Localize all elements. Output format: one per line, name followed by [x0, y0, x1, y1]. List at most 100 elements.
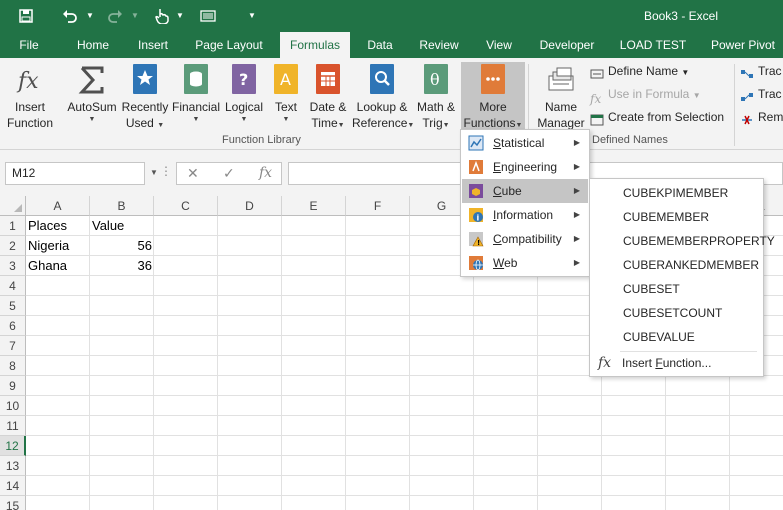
remove-arrows-button[interactable]: Rem: [740, 107, 783, 127]
gridline: [26, 475, 783, 476]
column-header-b[interactable]: B: [90, 196, 154, 216]
text-icon: A: [270, 64, 302, 96]
trace-precedents-button[interactable]: Trac: [740, 61, 782, 81]
name-box[interactable]: M12: [5, 162, 145, 185]
redo-dropdown-icon[interactable]: ▼: [131, 11, 139, 20]
undo-icon[interactable]: [58, 0, 82, 32]
select-all-button[interactable]: [0, 196, 26, 216]
submenu-item-cubevalue[interactable]: CUBEVALUE: [591, 325, 695, 349]
insert-function-icon[interactable]: fx: [259, 165, 272, 181]
tab-data[interactable]: Data: [358, 32, 402, 58]
use-in-formula-button[interactable]: fx Use in Formula ▼: [590, 84, 701, 106]
more-dots-icon: ⋮: [160, 164, 172, 178]
save-icon[interactable]: [14, 0, 38, 32]
column-header-c[interactable]: C: [154, 196, 218, 216]
column-header-e[interactable]: E: [282, 196, 346, 216]
tab-review[interactable]: Review: [410, 32, 468, 58]
row-header-14[interactable]: 14: [0, 476, 26, 496]
recently-used-button[interactable]: Recently Used ▼: [120, 62, 170, 136]
sigma-icon: [76, 64, 108, 96]
svg-text:?: ?: [239, 70, 248, 89]
tab-view[interactable]: View: [476, 32, 522, 58]
tab-developer[interactable]: Developer: [530, 32, 604, 58]
menu-item-web[interactable]: Web ▶: [462, 251, 588, 275]
row-header-8[interactable]: 8: [0, 356, 26, 376]
cell-B1[interactable]: Value: [90, 216, 154, 236]
lookup-reference-button[interactable]: Lookup & Reference▼: [352, 62, 414, 136]
submenu-item-cuberankedmember[interactable]: CUBERANKEDMEMBER: [591, 253, 759, 277]
insert-function-button[interactable]: fx Insert Function: [3, 62, 57, 136]
menu-item-compatibility[interactable]: ! Compatibility ▶: [462, 227, 588, 251]
date-time-icon: [312, 64, 344, 96]
row-header-2[interactable]: 2: [0, 236, 26, 256]
text-button[interactable]: A Text ▼: [268, 62, 304, 136]
enter-icon[interactable]: ✓: [223, 165, 235, 182]
tab-formulas[interactable]: Formulas: [280, 32, 350, 58]
column-header-d[interactable]: D: [218, 196, 282, 216]
chevron-down-icon: ▼: [515, 122, 523, 129]
submenu-item-cubemember[interactable]: CUBEMEMBER: [591, 205, 709, 229]
row-header-12[interactable]: 12: [0, 436, 26, 456]
math-trig-button[interactable]: θ Math & Trig▼: [412, 62, 460, 136]
logical-button[interactable]: ? Logical ▼: [222, 62, 266, 136]
column-header-a[interactable]: A: [26, 196, 90, 216]
name-manager-button[interactable]: Name Manager: [534, 62, 588, 136]
customize-qat-icon[interactable]: ▼: [248, 11, 256, 20]
cell-B3[interactable]: 36: [90, 256, 154, 276]
name-box-dropdown-icon[interactable]: ▼: [150, 168, 158, 177]
menu-item-information[interactable]: i Information ▶: [462, 203, 588, 227]
row-header-4[interactable]: 4: [0, 276, 26, 296]
tab-page-layout[interactable]: Page Layout: [186, 32, 272, 58]
row-header-9[interactable]: 9: [0, 376, 26, 396]
gridline: [26, 455, 783, 456]
chevron-down-icon: ▼: [192, 116, 200, 123]
chevron-down-icon: ▼: [157, 122, 165, 129]
column-header-f[interactable]: F: [346, 196, 410, 216]
tab-home[interactable]: Home: [66, 32, 120, 58]
row-header-1[interactable]: 1: [0, 216, 26, 236]
autosum-button[interactable]: AutoSum ▼: [64, 62, 120, 136]
chevron-right-icon: ▶: [573, 138, 580, 147]
menu-item-cube[interactable]: Cube ▶: [462, 179, 588, 203]
remove-arrows-icon: [740, 112, 754, 125]
create-from-selection-button[interactable]: Create from Selection: [590, 107, 724, 127]
cell-A2[interactable]: Nigeria: [26, 236, 90, 256]
row-header-15[interactable]: 15: [0, 496, 26, 510]
menu-item-engineering[interactable]: Engineering ▶: [462, 155, 588, 179]
touch-mode-dropdown-icon[interactable]: ▼: [176, 11, 184, 20]
cell-A3[interactable]: Ghana: [26, 256, 90, 276]
submenu-item-cubesetcount[interactable]: CUBESETCOUNT: [591, 301, 722, 325]
cell-A1[interactable]: Places: [26, 216, 90, 236]
submenu-item-insert-function[interactable]: fx Insert Function...: [591, 351, 711, 375]
financial-button[interactable]: Financial ▼: [170, 62, 222, 136]
row-header-7[interactable]: 7: [0, 336, 26, 356]
cancel-icon[interactable]: ✕: [187, 165, 199, 182]
menu-item-statistical[interactable]: Statistical ▶: [462, 131, 588, 155]
row-header-10[interactable]: 10: [0, 396, 26, 416]
fx-icon: fx: [598, 355, 612, 371]
trace-dependents-button[interactable]: Trac: [740, 84, 782, 104]
row-header-5[interactable]: 5: [0, 296, 26, 316]
row-header-3[interactable]: 3: [0, 256, 26, 276]
date-time-button[interactable]: Date & Time▼: [304, 62, 352, 136]
submenu-item-cubeset[interactable]: CUBESET: [591, 277, 680, 301]
more-functions-button[interactable]: More Functions▼: [461, 62, 525, 134]
chevron-right-icon: ▶: [573, 234, 580, 243]
svg-text:fx: fx: [16, 69, 39, 94]
row-header-13[interactable]: 13: [0, 456, 26, 476]
chevron-right-icon: ▶: [573, 210, 580, 219]
touch-mode-icon[interactable]: [150, 0, 174, 32]
submenu-item-cubememberproperty[interactable]: CUBEMEMBERPROPERTY: [591, 229, 775, 253]
submenu-item-cubekpimember[interactable]: CUBEKPIMEMBER: [591, 181, 728, 205]
tab-load-test[interactable]: LOAD TEST: [612, 32, 694, 58]
form-icon[interactable]: [196, 0, 220, 32]
redo-icon[interactable]: [103, 0, 127, 32]
tab-power-pivot[interactable]: Power Pivot: [702, 32, 783, 58]
undo-dropdown-icon[interactable]: ▼: [86, 11, 94, 20]
tab-insert[interactable]: Insert: [126, 32, 180, 58]
define-name-button[interactable]: Define Name ▼: [590, 61, 689, 81]
row-header-6[interactable]: 6: [0, 316, 26, 336]
row-header-11[interactable]: 11: [0, 416, 26, 436]
cell-B2[interactable]: 56: [90, 236, 154, 256]
tab-file[interactable]: File: [8, 32, 50, 58]
